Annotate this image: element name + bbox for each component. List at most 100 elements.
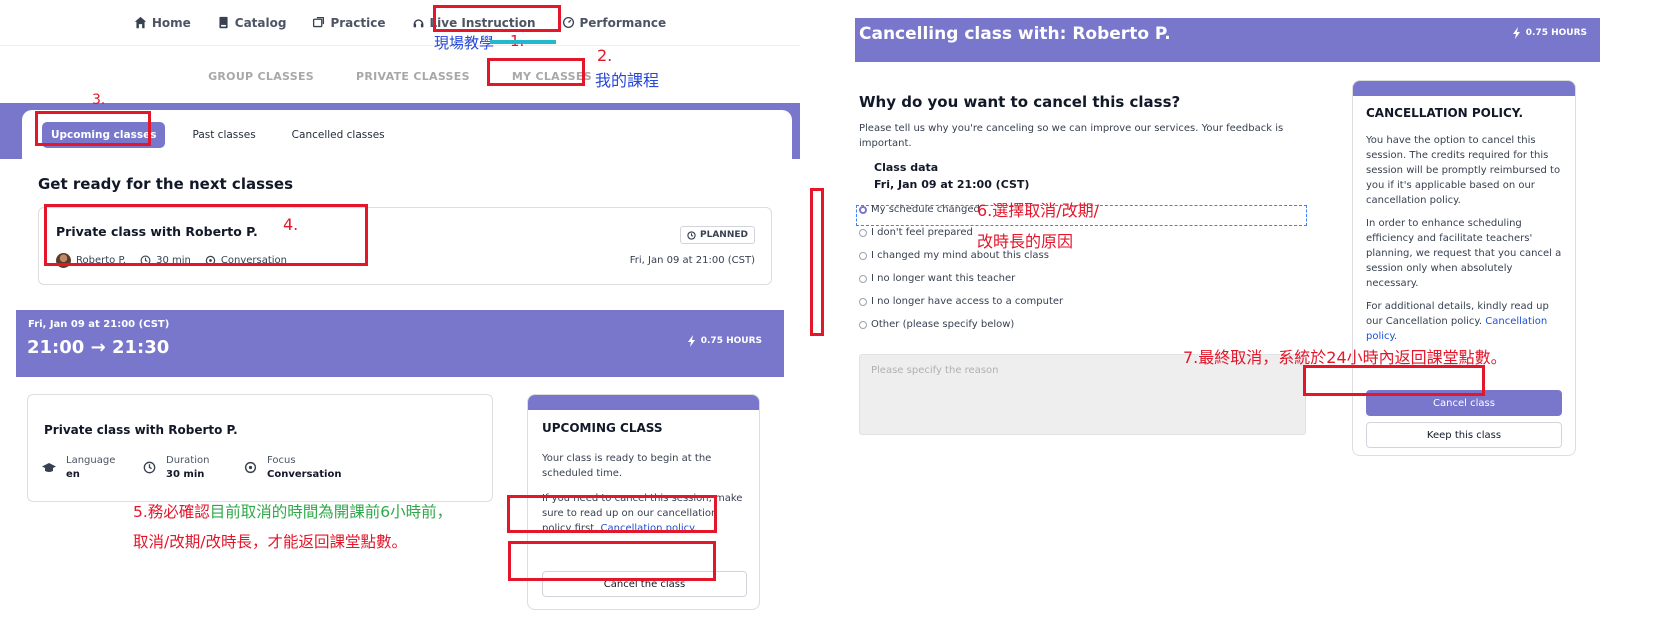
upcoming-card-accent [528,395,759,410]
annotation-5-prefix: 5.務必確認 [133,503,210,521]
annotation-box-cancel-the-class [508,541,716,581]
time-range: 21:00 → 21:30 [27,337,169,358]
nav-catalog-label: Catalog [234,15,287,30]
policy-paragraph-2: In order to enhance scheduling efficienc… [1366,218,1562,289]
nav-home-label: Home [151,15,191,30]
reason-option[interactable]: I no longer have access to a computer [859,296,1063,307]
cancel-question: Why do you want to cancel this class? [859,93,1181,111]
cancel-hours-value: 0.75 HOURS [1525,28,1587,38]
language-detail: Language en [42,455,115,480]
focus-detail: Focus Conversation [244,455,341,480]
class-data-value: Fri, Jan 09 at 21:00 (CST) [874,178,1030,191]
annotation-6-line-1: 6.選擇取消/改期/ [977,201,1100,220]
tab-past-classes[interactable]: Past classes [183,122,264,148]
graduation-cap-icon [42,463,56,472]
reason-radio[interactable] [859,320,867,329]
cancel-hours-badge: 0.75 HOURS [1512,27,1587,39]
nav-catalog[interactable]: Catalog [217,15,287,30]
annotation-box-my-classes [487,58,585,86]
upcoming-ready-text: Your class is ready to begin at the sche… [542,453,712,479]
live-instruction-panel: Home Catalog Practice Live Instruction P… [0,0,800,637]
language-label: Language [66,455,116,466]
reason-radio[interactable] [859,297,867,306]
nav-practice[interactable]: Practice [312,16,386,30]
reason-label: I no longer want this teacher [871,273,1016,284]
planned-status-badge: PLANNED [680,226,755,244]
annotation-4-number: 4. [283,215,299,234]
hours-value: 0.75 HOURS [700,336,762,346]
tab-cancelled-classes[interactable]: Cancelled classes [283,122,394,148]
time-band-date: Fri, Jan 09 at 21:00 (CST) [28,319,170,330]
duration-detail: Duration 30 min [143,455,209,480]
annotation-3-number: 3. [92,92,106,108]
reason-radio[interactable] [859,205,867,214]
reason-label: Other (please specify below) [871,319,1015,330]
details-title: Private class with Roberto P. [44,423,238,437]
clock-icon [687,230,696,240]
policy-title: CANCELLATION POLICY. [1366,106,1524,120]
class-data-label: Class data [874,161,939,174]
top-navigation: Home Catalog Practice Live Instruction P… [0,0,800,46]
keep-class-button[interactable]: Keep this class [1366,422,1562,448]
annotation-box-policy-link [507,495,717,533]
nav-performance-label: Performance [579,15,667,30]
annotation-5-line-1: 5.務必確認目前取消的時間為開課前6小時前， [133,498,452,526]
annotation-box-cancel-class [1303,365,1485,396]
lightning-icon [687,335,695,347]
cancel-class-panel: Cancelling class with: Roberto P. 0.75 H… [810,0,1653,637]
conversation-icon [244,461,257,474]
annotation-box-upcoming-tab [35,111,151,146]
nav-home[interactable]: Home [134,16,191,30]
time-start: 21:00 [27,337,85,358]
reason-option[interactable]: I don't feel prepared [859,227,973,238]
cancel-header: Cancelling class with: Roberto P. 0.75 H… [855,18,1600,62]
reason-option[interactable]: Other (please specify below) [859,319,1014,330]
annotation-1-text: 現場教學 [434,34,495,52]
reason-radio[interactable] [859,274,867,283]
reason-radio[interactable] [859,228,867,237]
reason-label: I don't feel prepared [871,227,973,238]
home-icon [134,16,147,29]
headset-icon [413,19,423,28]
clock-icon [143,461,156,474]
gauge-icon [562,16,574,29]
annotation-2-number: 2. [597,46,613,65]
annotation-6-line-2: 改時長的原因 [977,232,1074,251]
class-data-block: Class data Fri, Jan 09 at 21:00 (CST) [874,159,1029,193]
policy-paragraph-1: You have the option to cancel this sessi… [1366,135,1561,206]
class-details-card: Private class with Roberto P. Language e… [27,394,493,502]
section-title: Get ready for the next classes [38,175,294,193]
class-type-subnav: GROUP CLASSES PRIVATE CLASSES MY CLASSES [0,56,800,96]
focus-value: Conversation [267,469,342,480]
planned-status-label: PLANNED [700,230,748,240]
annotation-5-line-2: 取消/改期/改時長，才能返回課堂點數。 [133,533,407,551]
focus-label: Focus [267,455,296,466]
time-end: 21:30 [111,337,170,358]
policy-paragraph-3: For additional details, kindly read up o… [1366,299,1566,344]
annotation-cyan-underline [490,40,556,44]
hours-badge: 0.75 HOURS [687,335,762,347]
time-arrow: → [90,337,106,358]
duration-detail-value: 30 min [166,469,205,480]
nav-performance[interactable]: Performance [562,15,667,30]
subnav-group-classes[interactable]: GROUP CLASSES [208,70,314,83]
class-time-band: Fri, Jan 09 at 21:00 (CST) 21:00 → 21:30… [16,310,784,377]
annotation-box-live-instruction [433,5,561,32]
class-card-date: Fri, Jan 09 at 21:00 (CST) [629,255,755,266]
upcoming-title: UPCOMING CLASS [542,421,663,435]
reason-option[interactable]: My schedule changed [859,204,980,215]
cancellation-policy-card: CANCELLATION POLICY. You have the option… [1352,80,1576,456]
book-icon [219,16,228,29]
annotation-5-highlight: 目前取消的時間為開課前6小時前， [209,503,453,521]
lightning-icon [1512,27,1520,39]
cancel-help-text: Please tell us why you're canceling so w… [859,123,1284,149]
annotation-box-radio-column [810,188,824,336]
annotation-2-text: 我的課程 [595,71,660,90]
subnav-private-classes[interactable]: PRIVATE CLASSES [356,70,470,83]
annotation-box-class-card [44,204,368,266]
policy-card-accent [1353,81,1575,96]
reason-option[interactable]: I no longer want this teacher [859,273,1015,284]
duration-label: Duration [166,455,210,466]
reason-radio[interactable] [859,251,867,260]
language-value: en [66,469,80,480]
